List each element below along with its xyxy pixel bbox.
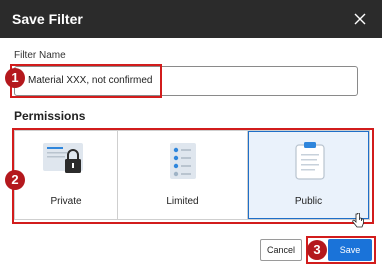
highlight-permissions [12,128,374,224]
close-icon[interactable] [353,12,367,26]
step-badge-1: 1 [5,68,25,88]
save-filter-dialog: Save Filter Filter Name Material XXX, no… [0,0,382,272]
dialog-title: Save Filter [12,11,83,27]
step-badge-3: 3 [307,240,327,260]
cancel-button[interactable]: Cancel [260,239,302,261]
dialog-titlebar: Save Filter [0,0,382,38]
filter-name-label: Filter Name [14,50,66,61]
step-badge-2: 2 [5,170,25,190]
highlight-filter-name [10,64,162,98]
permissions-label: Permissions [14,109,86,123]
hand-cursor-icon [352,213,364,228]
